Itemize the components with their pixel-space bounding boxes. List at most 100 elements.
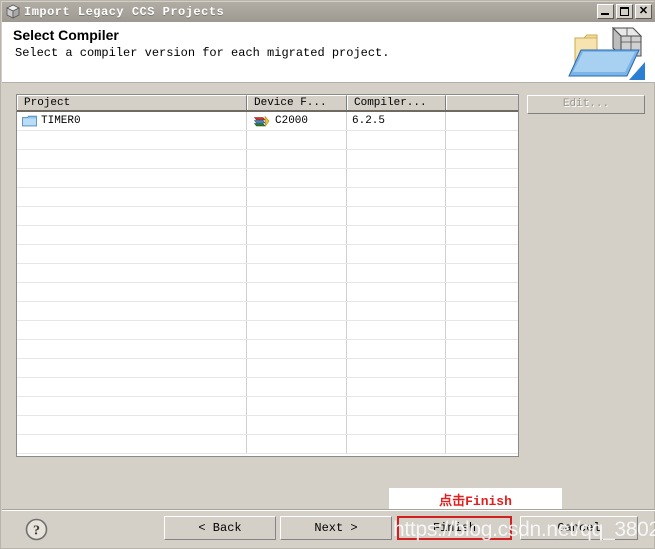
cell-empty bbox=[247, 416, 347, 434]
cell-empty bbox=[247, 207, 347, 225]
table-empty-row[interactable] bbox=[17, 245, 518, 264]
cell-empty bbox=[347, 283, 446, 301]
column-header-device-family[interactable]: Device F... bbox=[247, 95, 347, 110]
cell-empty bbox=[247, 435, 347, 453]
cell-empty bbox=[347, 207, 446, 225]
cell-empty bbox=[17, 188, 247, 206]
cell-empty bbox=[347, 245, 446, 263]
cell-empty bbox=[347, 359, 446, 377]
table-empty-row[interactable] bbox=[17, 416, 518, 435]
table-row[interactable]: TIMER0 C2000 6.2.5 bbox=[17, 112, 518, 131]
cell-empty bbox=[247, 150, 347, 168]
cell-empty bbox=[347, 264, 446, 282]
column-header-extra[interactable] bbox=[446, 95, 518, 110]
table-empty-row[interactable] bbox=[17, 150, 518, 169]
cell-empty bbox=[17, 302, 247, 320]
cell-empty bbox=[446, 150, 518, 168]
projects-table[interactable]: Project Device F... Compiler... TIMER0 C… bbox=[16, 94, 519, 457]
cell-empty bbox=[17, 359, 247, 377]
close-icon: ✕ bbox=[638, 5, 649, 17]
cell-empty bbox=[446, 245, 518, 263]
next-button[interactable]: Next > bbox=[280, 516, 392, 540]
table-empty-row[interactable] bbox=[17, 378, 518, 397]
cell-empty bbox=[17, 378, 247, 396]
cell-empty bbox=[446, 359, 518, 377]
cell-compiler[interactable]: 6.2.5 bbox=[347, 112, 446, 130]
table-empty-row[interactable] bbox=[17, 188, 518, 207]
cell-empty bbox=[347, 416, 446, 434]
table-empty-row[interactable] bbox=[17, 321, 518, 340]
table-empty-row[interactable] bbox=[17, 264, 518, 283]
cell-empty bbox=[347, 397, 446, 415]
page-title: Select Compiler bbox=[13, 27, 119, 43]
cell-empty bbox=[17, 150, 247, 168]
cell-empty bbox=[446, 302, 518, 320]
cell-empty bbox=[446, 283, 518, 301]
cell-empty bbox=[247, 378, 347, 396]
cell-empty bbox=[17, 435, 247, 453]
window-title-bar[interactable]: Import Legacy CCS Projects ✕ bbox=[2, 2, 655, 22]
cell-empty bbox=[247, 302, 347, 320]
annotation-callout: 点击Finish bbox=[389, 488, 562, 510]
table-empty-row[interactable] bbox=[17, 226, 518, 245]
cell-empty bbox=[17, 131, 247, 149]
footer-divider-highlight bbox=[2, 510, 655, 511]
cell-empty bbox=[17, 245, 247, 263]
cell-empty bbox=[446, 321, 518, 339]
cell-empty bbox=[17, 340, 247, 358]
close-button[interactable]: ✕ bbox=[635, 4, 652, 19]
back-button[interactable]: < Back bbox=[164, 516, 276, 540]
table-header-row: Project Device F... Compiler... bbox=[17, 95, 518, 112]
folder-with-package-icon bbox=[567, 24, 647, 82]
cell-empty bbox=[347, 378, 446, 396]
table-empty-row[interactable] bbox=[17, 397, 518, 416]
cell-empty bbox=[17, 207, 247, 225]
cancel-button[interactable]: Cancel bbox=[520, 516, 638, 540]
cell-empty bbox=[247, 321, 347, 339]
annotation-text: 点击Finish bbox=[439, 493, 512, 509]
cell-empty bbox=[347, 435, 446, 453]
cell-empty bbox=[446, 169, 518, 187]
cell-empty bbox=[446, 131, 518, 149]
svg-text:?: ? bbox=[33, 524, 40, 539]
table-empty-row[interactable] bbox=[17, 435, 518, 454]
table-empty-row[interactable] bbox=[17, 169, 518, 188]
column-header-compiler[interactable]: Compiler... bbox=[347, 95, 446, 110]
import-wizard-window: Import Legacy CCS Projects ✕ Select Comp… bbox=[0, 0, 655, 549]
edit-button[interactable]: Edit... bbox=[527, 95, 645, 114]
cell-empty bbox=[247, 397, 347, 415]
cell-empty bbox=[247, 226, 347, 244]
cell-empty bbox=[347, 131, 446, 149]
cell-empty bbox=[247, 245, 347, 263]
cell-empty bbox=[247, 131, 347, 149]
table-empty-row[interactable] bbox=[17, 131, 518, 150]
finish-button[interactable]: Finish bbox=[397, 516, 512, 540]
chip-icon bbox=[253, 115, 270, 127]
minimize-button[interactable] bbox=[597, 4, 614, 19]
cell-device-family: C2000 bbox=[247, 112, 347, 130]
cell-empty bbox=[347, 169, 446, 187]
table-empty-rows bbox=[17, 131, 518, 454]
window-controls: ✕ bbox=[597, 4, 652, 19]
table-empty-row[interactable] bbox=[17, 207, 518, 226]
cell-empty bbox=[17, 169, 247, 187]
cell-empty bbox=[446, 435, 518, 453]
maximize-button[interactable] bbox=[616, 4, 633, 19]
cell-empty bbox=[446, 226, 518, 244]
table-empty-row[interactable] bbox=[17, 340, 518, 359]
cell-project: TIMER0 bbox=[17, 112, 247, 130]
window-title-text: Import Legacy CCS Projects bbox=[24, 5, 225, 19]
table-empty-row[interactable] bbox=[17, 302, 518, 321]
cell-extra bbox=[446, 112, 518, 130]
cell-empty bbox=[446, 378, 518, 396]
cell-empty bbox=[247, 264, 347, 282]
column-header-project[interactable]: Project bbox=[17, 95, 247, 110]
cell-empty bbox=[446, 416, 518, 434]
cell-empty bbox=[347, 302, 446, 320]
help-icon[interactable]: ? bbox=[25, 518, 48, 541]
table-empty-row[interactable] bbox=[17, 283, 518, 302]
cell-empty bbox=[247, 169, 347, 187]
cell-empty bbox=[446, 207, 518, 225]
cell-project-text: TIMER0 bbox=[41, 115, 81, 127]
table-empty-row[interactable] bbox=[17, 359, 518, 378]
